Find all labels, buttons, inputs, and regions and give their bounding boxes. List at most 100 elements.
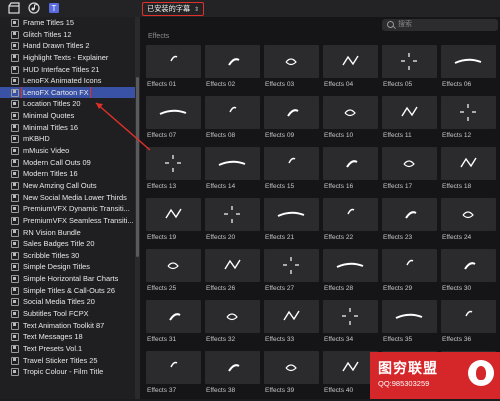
effect-tile[interactable]: Effects 39 bbox=[264, 351, 319, 401]
sidebar-item[interactable]: Sales Badges Title 20 bbox=[0, 238, 135, 250]
effect-tile[interactable]: Effects 17 bbox=[382, 147, 437, 197]
sidebar-item-label: RN Vision Bundle bbox=[23, 227, 81, 237]
effect-tile[interactable]: Effects 21 bbox=[264, 198, 319, 248]
title-pack-icon bbox=[11, 344, 19, 353]
sidebar-item[interactable]: Simple Design Titles bbox=[0, 261, 135, 273]
effect-label: Effects 35 bbox=[383, 336, 413, 343]
effect-thumbnail bbox=[205, 45, 260, 78]
effect-tile[interactable]: Effects 09 bbox=[264, 96, 319, 146]
effect-thumbnail bbox=[323, 198, 378, 231]
effect-label: Effects 05 bbox=[383, 81, 413, 88]
sidebar-item[interactable]: Minimal Titles 16 bbox=[0, 122, 135, 134]
sidebar-item[interactable]: LenoFX Cartoon FX bbox=[0, 86, 135, 99]
sidebar-item[interactable]: Frame Titles 15 bbox=[0, 17, 135, 29]
effect-tile[interactable]: Effects 18 bbox=[441, 147, 496, 197]
search-input[interactable]: 搜索 bbox=[382, 19, 498, 31]
sidebar-item[interactable]: Hand Drawn Titles 2 bbox=[0, 40, 135, 52]
sidebar-item[interactable]: Text Animation Toolkit 87 bbox=[0, 320, 135, 332]
effect-label: Effects 40 bbox=[324, 387, 354, 394]
effect-thumbnail bbox=[441, 147, 496, 180]
effect-label: Effects 22 bbox=[324, 234, 354, 241]
effect-tile[interactable]: Effects 27 bbox=[264, 249, 319, 299]
sidebar-item[interactable]: mMusic Video bbox=[0, 145, 135, 157]
effect-tile[interactable]: Effects 22 bbox=[323, 198, 378, 248]
effect-thumbnail bbox=[146, 351, 201, 384]
sidebar-item-label: Simple Horizontal Bar Charts bbox=[23, 274, 119, 284]
sidebar-item[interactable]: Simple Horizontal Bar Charts bbox=[0, 273, 135, 285]
effect-tile[interactable]: Effects 14 bbox=[205, 147, 260, 197]
effect-tile[interactable]: Effects 07 bbox=[146, 96, 201, 146]
effect-tile[interactable]: Effects 12 bbox=[441, 96, 496, 146]
effect-tile[interactable]: Effects 16 bbox=[323, 147, 378, 197]
sidebar-item[interactable]: Glitch Titles 12 bbox=[0, 29, 135, 41]
sidebar-item[interactable]: Text Messages 18 bbox=[0, 331, 135, 343]
effect-tile[interactable]: Effects 32 bbox=[205, 300, 260, 350]
sidebar-item[interactable]: Modern Call Outs 09 bbox=[0, 157, 135, 169]
effect-tile[interactable]: Effects 03 bbox=[264, 45, 319, 95]
effect-tile[interactable]: Effects 33 bbox=[264, 300, 319, 350]
effect-tile[interactable]: Effects 36 bbox=[441, 300, 496, 350]
sidebar-item[interactable]: Scribble Titles 30 bbox=[0, 250, 135, 262]
effect-tile[interactable]: Effects 34 bbox=[323, 300, 378, 350]
effect-tile[interactable]: Effects 28 bbox=[323, 249, 378, 299]
effect-tile[interactable]: Effects 31 bbox=[146, 300, 201, 350]
sidebar-item-label: Simple Titles & Call-Outs 26 bbox=[23, 285, 116, 295]
sidebar-item[interactable]: PremiumVFX Seamless Transiti... bbox=[0, 215, 135, 227]
effect-label: Effects 38 bbox=[206, 387, 236, 394]
effect-tile[interactable]: Effects 29 bbox=[382, 249, 437, 299]
sidebar-item[interactable]: HUD Interface Titles 21 bbox=[0, 64, 135, 76]
effect-thumbnail bbox=[323, 249, 378, 282]
sidebar-item[interactable]: PremiumVFX Dynamic Transiti... bbox=[0, 203, 135, 215]
sidebar-item[interactable]: Social Media Titles 20 bbox=[0, 296, 135, 308]
titles-icon[interactable]: T bbox=[48, 2, 60, 14]
sidebar-item[interactable]: Tropic Colour - Film Title bbox=[0, 366, 135, 378]
effect-tile[interactable]: Effects 13 bbox=[146, 147, 201, 197]
effect-thumbnail bbox=[441, 198, 496, 231]
effect-tile[interactable]: Effects 01 bbox=[146, 45, 201, 95]
sidebar-item[interactable]: Modern Titles 16 bbox=[0, 168, 135, 180]
sidebar-item[interactable]: New Social Media Lower Thirds bbox=[0, 192, 135, 204]
sidebar-item[interactable]: Subtitles Tool FCPX bbox=[0, 308, 135, 320]
title-pack-icon bbox=[11, 240, 19, 249]
title-pack-icon bbox=[11, 368, 19, 377]
effect-thumbnail bbox=[441, 96, 496, 129]
effect-tile[interactable]: Effects 25 bbox=[146, 249, 201, 299]
sidebar-item[interactable]: Simple Titles & Call-Outs 26 bbox=[0, 285, 135, 297]
title-pack-icon bbox=[11, 333, 19, 342]
effect-tile[interactable]: Effects 04 bbox=[323, 45, 378, 95]
sidebar-item[interactable]: LenoFX Animated Icons bbox=[0, 75, 135, 87]
effect-tile[interactable]: Effects 19 bbox=[146, 198, 201, 248]
sidebar-item[interactable]: Text Presets Vol.1 bbox=[0, 343, 135, 355]
effect-tile[interactable]: Effects 24 bbox=[441, 198, 496, 248]
effect-tile[interactable]: Effects 23 bbox=[382, 198, 437, 248]
title-pack-icon bbox=[11, 158, 19, 167]
effect-tile[interactable]: Effects 20 bbox=[205, 198, 260, 248]
effect-tile[interactable]: Effects 15 bbox=[264, 147, 319, 197]
title-pack-icon bbox=[11, 216, 19, 225]
effect-tile[interactable]: Effects 38 bbox=[205, 351, 260, 401]
clapper-icon[interactable] bbox=[8, 2, 20, 14]
effect-tile[interactable]: Effects 35 bbox=[382, 300, 437, 350]
effect-tile[interactable]: Effects 05 bbox=[382, 45, 437, 95]
effect-tile[interactable]: Effects 26 bbox=[205, 249, 260, 299]
sidebar-item[interactable]: Location Titles 20 bbox=[0, 98, 135, 110]
effect-thumbnail bbox=[323, 96, 378, 129]
effect-tile[interactable]: Effects 06 bbox=[441, 45, 496, 95]
scrollbar-thumb[interactable] bbox=[136, 77, 139, 257]
effect-tile[interactable]: Effects 30 bbox=[441, 249, 496, 299]
sidebar-item[interactable]: New Amzing Call Outs bbox=[0, 180, 135, 192]
sidebar-item[interactable]: Minimal Quotes bbox=[0, 110, 135, 122]
effect-tile[interactable]: Effects 08 bbox=[205, 96, 260, 146]
effect-tile[interactable]: Effects 10 bbox=[323, 96, 378, 146]
sidebar-item[interactable]: Highlight Texts - Explainer bbox=[0, 52, 135, 64]
sidebar-item-label: HUD Interface Titles 21 bbox=[23, 64, 100, 74]
title-pack-icon bbox=[11, 53, 19, 62]
effect-tile[interactable]: Effects 37 bbox=[146, 351, 201, 401]
music-icon[interactable] bbox=[28, 2, 40, 14]
installed-titles-dropdown[interactable]: 已安装的字幕 ⇕ bbox=[142, 2, 205, 16]
effect-tile[interactable]: Effects 02 bbox=[205, 45, 260, 95]
sidebar-item[interactable]: mKBHD bbox=[0, 133, 135, 145]
sidebar-item[interactable]: Travel Sticker Titles 25 bbox=[0, 355, 135, 367]
effect-tile[interactable]: Effects 11 bbox=[382, 96, 437, 146]
sidebar-item[interactable]: RN Vision Bundle bbox=[0, 227, 135, 239]
